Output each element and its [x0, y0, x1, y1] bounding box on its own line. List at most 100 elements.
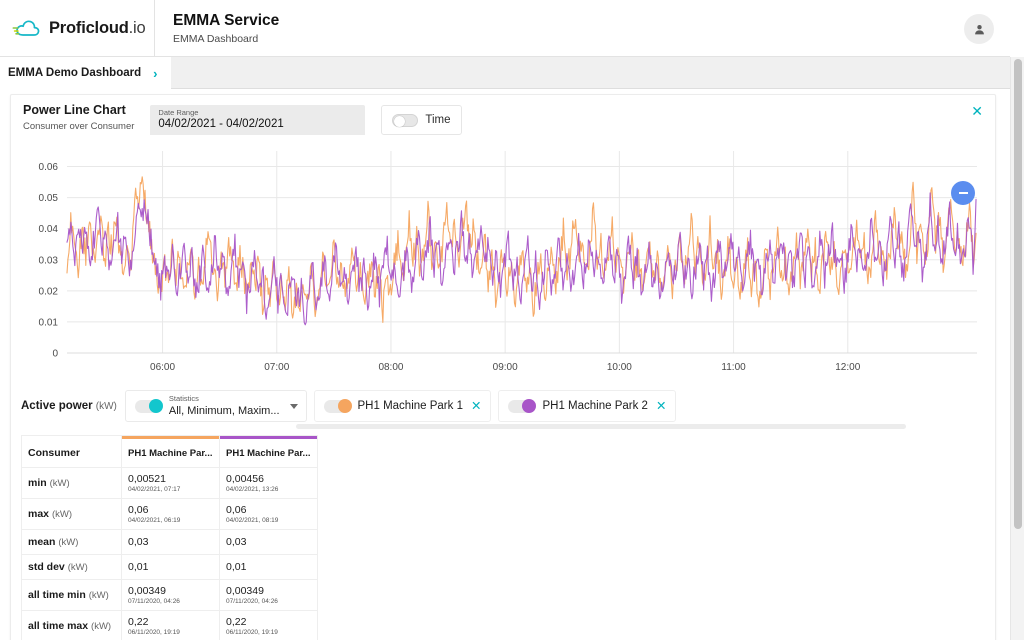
close-icon[interactable]: ✕: [971, 104, 983, 118]
chart-title: Power Line Chart: [23, 103, 126, 117]
statistics-texts: Statistics All, Minimum, Maxim...: [168, 394, 280, 417]
svg-text:09:00: 09:00: [493, 362, 518, 373]
time-toggle[interactable]: [392, 113, 419, 127]
series-chip-1[interactable]: PH1 Machine Park 1 ✕: [313, 390, 492, 422]
cell-series-2: 0,22 06/11/2020, 19:19: [219, 610, 318, 640]
toggle-knob: [148, 398, 163, 413]
cell-series-2: 0,00349 07/11/2020, 04:26: [219, 579, 318, 611]
row-label: min (kW): [21, 467, 122, 499]
series-2-remove-icon[interactable]: ✕: [656, 400, 666, 413]
series-1-color-bar: [122, 436, 219, 439]
svg-text:0.03: 0.03: [39, 255, 59, 266]
statistics-value: All, Minimum, Maxim...: [168, 404, 280, 417]
page-subtitle: EMMA Dashboard: [173, 33, 259, 46]
statistics-table-wrap: Consumer PH1 Machine Par... PH1 Machine …: [11, 429, 995, 640]
svg-text:0.06: 0.06: [39, 162, 59, 173]
chevron-right-icon[interactable]: ›: [153, 67, 157, 80]
cell-series-2: 0,06 04/02/2021, 08:19: [219, 498, 318, 530]
toggle-knob: [337, 398, 352, 413]
statistics-table: Consumer PH1 Machine Par... PH1 Machine …: [21, 435, 318, 640]
cell-series-2: 0,00456 04/02/2021, 13:26: [219, 467, 318, 499]
row-label: all time max (kW): [21, 610, 122, 640]
active-power-unit: (kW): [95, 401, 117, 412]
date-range-field[interactable]: Date Range 04/02/2021 - 04/02/2021: [150, 105, 366, 135]
cell-series-1: 0,06 04/02/2021, 06:19: [121, 498, 220, 530]
toggle-knob: [522, 398, 537, 413]
cell-series-2: 0,03: [219, 529, 318, 555]
zoom-out-button[interactable]: [951, 181, 975, 205]
header-titles: EMMA Service EMMA Dashboard: [155, 11, 279, 45]
table-head: Consumer PH1 Machine Par... PH1 Machine …: [21, 435, 318, 468]
chart-subtitle: Consumer over Consumer: [23, 120, 135, 132]
svg-text:0.01: 0.01: [39, 317, 59, 328]
cell-series-1: 0,22 06/11/2020, 19:19: [121, 610, 220, 640]
svg-text:08:00: 08:00: [378, 362, 403, 373]
svg-text:0.02: 0.02: [39, 286, 59, 297]
row-label: all time min (kW): [21, 579, 122, 611]
date-range-value: 04/02/2021 - 04/02/2021: [158, 118, 284, 130]
chart-svg: 0 0.01 0.02 0.03 0.04 0.05 0.06 06:00 07:00 08:00…: [39, 151, 977, 373]
series-1-label: PH1 Machine Park 1: [357, 400, 463, 412]
svg-text:0.04: 0.04: [39, 224, 59, 235]
date-range-label: Date Range: [158, 108, 199, 117]
time-toggle-label: Time: [425, 114, 451, 126]
cloud-icon: [12, 16, 42, 40]
series-1-toggle[interactable]: [323, 398, 352, 413]
table-row: std dev (kW) 0,01 0,01: [21, 554, 318, 580]
table-row: all time max (kW) 0,22 06/11/2020, 19:19 0,…: [21, 610, 318, 640]
chart-plot[interactable]: 0 0.01 0.02 0.03 0.04 0.05 0.06 06:00 07:00 08:00…: [19, 143, 981, 383]
table-body: min (kW) 0,00521 04/02/2021, 07:17 0,00456 0…: [21, 467, 318, 640]
tab-strip: EMMA Demo Dashboard ›: [0, 57, 1010, 89]
row-label: std dev (kW): [21, 554, 122, 580]
row-label: max (kW): [21, 498, 122, 530]
svg-text:0.05: 0.05: [39, 193, 59, 204]
time-toggle-group[interactable]: Time: [381, 105, 462, 135]
series-2-color-bar: [220, 436, 317, 439]
series-1-remove-icon[interactable]: ✕: [471, 400, 481, 413]
statistics-caption: Statistics: [168, 394, 199, 404]
table-header-series-2: PH1 Machine Par...: [219, 435, 318, 468]
chevron-down-icon[interactable]: [289, 403, 298, 409]
brand-name: Proficloud.io: [49, 18, 146, 38]
content-area: Power Line Chart Consumer over Consumer …: [0, 89, 1010, 640]
svg-text:12:00: 12:00: [835, 362, 860, 373]
tab-emma-demo-dashboard[interactable]: EMMA Demo Dashboard ›: [0, 57, 172, 89]
svg-text:07:00: 07:00: [264, 362, 289, 373]
cell-series-1: 0,00521 04/02/2021, 07:17: [121, 467, 220, 499]
chart-titles: Power Line Chart Consumer over Consumer: [23, 103, 134, 132]
table-row: max (kW) 0,06 04/02/2021, 06:19 0,06 04/02/2…: [21, 498, 318, 530]
avatar[interactable]: [964, 14, 994, 44]
app-root: Proficloud.io EMMA Service EMMA Dashboar…: [0, 0, 1024, 640]
page-scrollbar[interactable]: [1010, 57, 1024, 640]
table-header-consumer: Consumer: [21, 435, 122, 468]
series-2-toggle[interactable]: [508, 398, 537, 413]
toggle-knob: [394, 115, 406, 127]
top-bar: Proficloud.io EMMA Service EMMA Dashboar…: [0, 0, 1010, 57]
table-row: all time min (kW) 0,00349 07/11/2020, 04:2…: [21, 579, 318, 611]
table-header-series-1: PH1 Machine Par...: [121, 435, 220, 468]
row-label: mean (kW): [21, 529, 122, 555]
active-power-label: Active power (kW): [21, 400, 117, 412]
cell-series-2: 0,01: [219, 554, 318, 580]
scroll-thumb[interactable]: [1014, 59, 1022, 529]
svg-text:11:00: 11:00: [721, 362, 746, 373]
brand-name-light: .io: [128, 18, 146, 37]
table-row: min (kW) 0,00521 04/02/2021, 07:17 0,00456 0…: [21, 467, 318, 499]
series-chip-2[interactable]: PH1 Machine Park 2 ✕: [498, 390, 677, 422]
statistics-select[interactable]: Statistics All, Minimum, Maxim...: [124, 390, 307, 422]
statistics-toggle[interactable]: [134, 398, 163, 413]
power-line-chart-card: Power Line Chart Consumer over Consumer …: [10, 94, 996, 640]
page-title: EMMA Service: [173, 11, 280, 29]
svg-text:0: 0: [52, 349, 58, 360]
legend-row: Active power (kW) Statistics All, Minimu…: [11, 383, 995, 423]
brand-name-bold: Proficloud: [49, 18, 129, 37]
cell-series-1: 0,03: [121, 529, 220, 555]
card-header: Power Line Chart Consumer over Consumer …: [11, 95, 995, 143]
brand-logo-area[interactable]: Proficloud.io: [0, 0, 155, 57]
tab-label: EMMA Demo Dashboard: [8, 67, 142, 79]
svg-text:06:00: 06:00: [150, 362, 175, 373]
cell-series-1: 0,01: [121, 554, 220, 580]
table-header-row: Consumer PH1 Machine Par... PH1 Machine …: [21, 435, 318, 468]
user-avatar-icon: [974, 24, 984, 34]
table-row: mean (kW) 0,03 0,03: [21, 529, 318, 555]
